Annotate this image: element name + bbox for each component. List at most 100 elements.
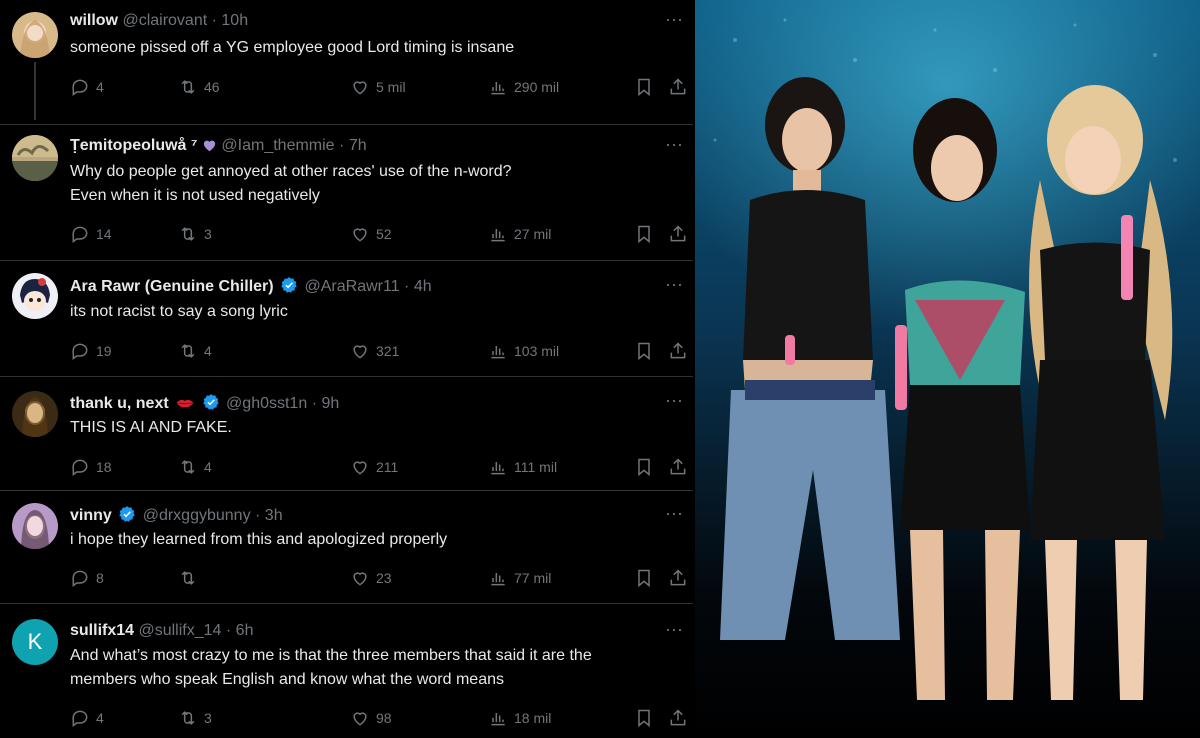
reply-button[interactable]: 18 — [70, 456, 112, 478]
reply-count: 4 — [96, 710, 104, 726]
avatar-vinny[interactable] — [12, 503, 58, 549]
bookmark-button[interactable] — [634, 223, 654, 245]
reply-count: 8 — [96, 570, 104, 586]
views-icon — [491, 346, 505, 359]
views-count: 290 mil — [514, 79, 560, 95]
timestamp[interactable]: 10h — [221, 12, 248, 29]
tweet-temitope[interactable]: Ṭemitopeoluwå ⁷ @Iam_themmie · 7h ··· Wh… — [0, 125, 693, 261]
tweet-header: sullifx14 @sullifx_14 · 6h — [70, 621, 653, 641]
display-name[interactable]: thank u, next — [70, 395, 169, 412]
like-button[interactable]: 52 — [350, 223, 392, 245]
share-button[interactable] — [668, 223, 688, 245]
user-handle[interactable]: @clairovant — [122, 12, 207, 29]
views-button[interactable]: 77 mil — [488, 567, 551, 589]
reply-button[interactable]: 8 — [70, 567, 104, 589]
views-icon — [491, 713, 505, 726]
views-count: 18 mil — [514, 710, 552, 726]
user-handle[interactable]: @Iam_themmie — [221, 137, 334, 154]
share-button[interactable] — [668, 567, 688, 589]
bookmark-button[interactable] — [634, 456, 654, 478]
views-button[interactable]: 27 mil — [488, 223, 551, 245]
user-handle[interactable]: @drxggybunny — [143, 507, 251, 524]
avatar-temitope[interactable] — [12, 135, 58, 181]
bookmark-button[interactable] — [634, 340, 654, 362]
user-handle[interactable]: @AraRawr11 — [305, 278, 400, 295]
tweet-ararawr[interactable]: Ara Rawr (Genuine Chiller) @AraRawr11 · … — [0, 261, 693, 377]
views-button[interactable]: 103 mil — [488, 340, 559, 362]
tweet-header: thank u, next @gh0sst1n · 9h — [70, 393, 653, 414]
repost-icon — [181, 227, 195, 241]
tweet-willow[interactable]: willow @clairovant · 10h ··· someone pis… — [0, 0, 693, 125]
share-button[interactable] — [668, 76, 688, 98]
like-button[interactable]: 98 — [350, 707, 392, 729]
avatar-thankunext[interactable] — [12, 391, 58, 437]
tweet-text: its not racist to say a song lyric — [70, 303, 288, 320]
tweet-text: THIS IS AI AND FAKE. — [70, 419, 232, 436]
display-name[interactable]: willow — [70, 12, 118, 29]
more-icon[interactable]: ··· — [663, 620, 685, 644]
timestamp[interactable]: 6h — [236, 622, 254, 639]
share-button[interactable] — [668, 707, 688, 729]
timestamp[interactable]: 7h — [349, 137, 367, 154]
reply-button[interactable]: 19 — [70, 340, 112, 362]
more-icon[interactable]: ··· — [663, 504, 685, 528]
timestamp[interactable]: 4h — [414, 278, 432, 295]
like-button[interactable]: 5 mil — [350, 76, 406, 98]
like-icon — [353, 81, 367, 95]
tweet-header: vinny @drxggybunny · 3h — [70, 505, 653, 526]
repost-button[interactable] — [178, 567, 204, 589]
like-button[interactable]: 211 — [350, 456, 398, 478]
timestamp[interactable]: 3h — [265, 507, 283, 524]
tweet-vinny[interactable]: vinny @drxggybunny · 3h ··· i hope they … — [0, 491, 693, 604]
repost-button[interactable]: 3 — [178, 223, 212, 245]
avatar-sullifx[interactable]: K — [12, 619, 58, 665]
bookmark-icon — [638, 225, 650, 244]
repost-count: 4 — [204, 459, 212, 475]
reply-button[interactable]: 14 — [70, 223, 112, 245]
reply-feed: willow @clairovant · 10h ··· someone pis… — [0, 0, 693, 738]
avatar-willow[interactable] — [12, 12, 58, 58]
share-button[interactable] — [668, 456, 688, 478]
views-icon — [491, 229, 505, 242]
repost-button[interactable]: 4 — [178, 340, 212, 362]
more-icon[interactable]: ··· — [663, 391, 685, 415]
display-name[interactable]: Ara Rawr (Genuine Chiller) — [70, 278, 274, 295]
views-icon — [491, 462, 505, 475]
views-button[interactable]: 18 mil — [488, 707, 551, 729]
like-button[interactable]: 23 — [350, 567, 392, 589]
more-icon[interactable]: ··· — [663, 10, 685, 34]
share-icon — [670, 342, 686, 359]
repost-button[interactable]: 3 — [178, 707, 212, 729]
display-name[interactable]: sullifx14 — [70, 622, 134, 639]
like-count: 211 — [376, 459, 399, 475]
views-button[interactable]: 111 mil — [488, 456, 557, 478]
user-handle[interactable]: @sullifx_14 — [138, 622, 221, 639]
bookmark-button[interactable] — [634, 567, 654, 589]
timestamp[interactable]: 9h — [321, 395, 339, 412]
more-icon[interactable]: ··· — [663, 135, 685, 159]
reply-button[interactable]: 4 — [70, 76, 104, 98]
avatar-ararawr[interactable] — [12, 273, 58, 319]
bookmark-icon — [638, 569, 650, 588]
views-button[interactable]: 290 mil — [488, 76, 559, 98]
like-count: 321 — [376, 343, 400, 359]
bookmark-button[interactable] — [634, 707, 654, 729]
share-button[interactable] — [668, 340, 688, 362]
display-name[interactable]: vinny — [70, 507, 112, 524]
user-handle[interactable]: @gh0sst1n — [226, 395, 307, 412]
views-count: 77 mil — [514, 570, 552, 586]
avatar-letter: K — [27, 629, 43, 654]
reply-button[interactable]: 4 — [70, 707, 104, 729]
bookmark-button[interactable] — [634, 76, 654, 98]
repost-icon — [181, 571, 195, 585]
display-name[interactable]: Ṭemitopeoluwå ⁷ — [70, 137, 198, 154]
reply-count: 19 — [96, 343, 112, 359]
tweet-thankunext[interactable]: thank u, next @gh0sst1n · 9h ··· THIS IS… — [0, 377, 693, 491]
repost-button[interactable]: 4 — [178, 456, 212, 478]
bookmark-icon — [638, 78, 650, 97]
tweet-sullifx[interactable]: K sullifx14 @sullifx_14 · 6h ··· And wha… — [0, 604, 693, 738]
action-bar: 18 4 211 111 mil — [70, 456, 688, 478]
more-icon[interactable]: ··· — [663, 275, 685, 299]
repost-button[interactable]: 46 — [178, 76, 220, 98]
like-button[interactable]: 321 — [350, 340, 399, 362]
